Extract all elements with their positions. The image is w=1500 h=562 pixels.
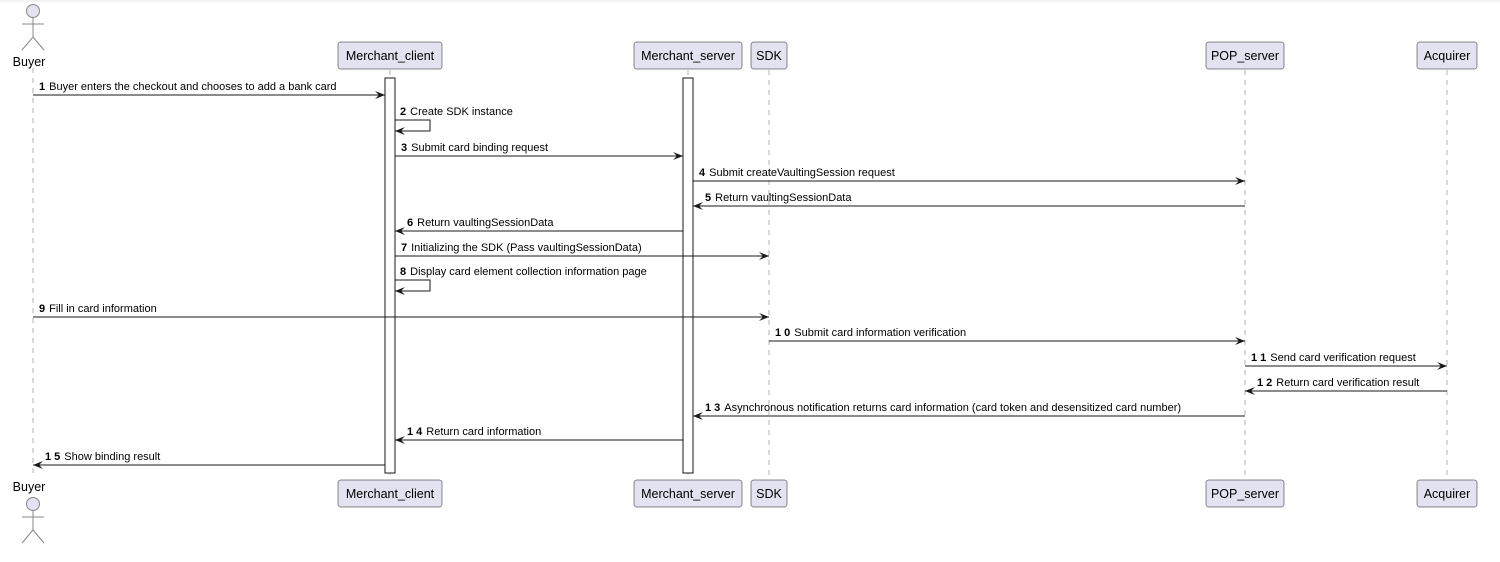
message-label: 1 1 Send card verification request [1251, 352, 1416, 364]
message-label: 3 Submit card binding request [401, 142, 548, 154]
participant-label: Merchant_client [346, 49, 435, 63]
participant-label: SDK [756, 487, 782, 501]
message-label: 1 0 Submit card information verification [775, 327, 966, 339]
participant-label: Acquirer [1424, 49, 1471, 63]
sequence-diagram: Buyer Buyer Merchant_client Merchant_client… [0, 0, 1500, 544]
message-1: 1 Buyer enters the checkout and chooses t… [33, 81, 385, 99]
message-8: 8 Display card element collection informa… [395, 266, 647, 295]
message-number: 9 [39, 303, 45, 315]
message-5: 5 Return vaultingSessionData [693, 192, 1245, 210]
participant-label: SDK [756, 49, 782, 63]
message-number: 8 [400, 266, 406, 278]
actor-leg-icon [32, 36, 45, 51]
message-text: Submit createVaultingSession request [709, 167, 895, 179]
participant-pop_server-bottom: POP_server [1205, 479, 1285, 508]
message-3: 3 Submit card binding request [395, 142, 683, 160]
participant-sdk-bottom: SDK [750, 479, 788, 508]
participant-merchant_client-bottom: Merchant_client [337, 479, 443, 508]
message-number: 6 [407, 217, 413, 229]
message-number: 3 [401, 142, 407, 154]
message-label: 7 Initializing the SDK (Pass vaultingSess… [401, 242, 642, 254]
message-label: 5 Return vaultingSessionData [705, 192, 852, 204]
participant-merchant_server-bottom: Merchant_server [633, 479, 743, 508]
participant-label: Acquirer [1424, 487, 1471, 501]
message-text: Return vaultingSessionData [417, 217, 554, 229]
actor-leg-icon [32, 529, 45, 544]
activation-bar-merchant_server [682, 77, 694, 474]
participant-acquirer-bottom: Acquirer [1416, 479, 1478, 508]
participant-label: POP_server [1211, 49, 1279, 63]
message-12: 1 2 Return card verification result [1245, 377, 1447, 395]
message-label: 1 5 Show binding result [45, 451, 160, 463]
participant-label: Buyer [13, 55, 46, 69]
message-9: 9 Fill in card information [33, 303, 769, 321]
message-text: Display card element collection informat… [410, 266, 647, 278]
message-text: Buyer enters the checkout and chooses to… [49, 81, 336, 93]
message-text: Return card verification result [1276, 377, 1419, 389]
message-14: 1 4 Return card information [395, 426, 683, 444]
message-text: Initializing the SDK (Pass vaultingSessi… [411, 242, 642, 254]
message-label: 2 Create SDK instance [400, 106, 513, 118]
message-4: 4 Submit createVaultingSession request [693, 167, 1245, 185]
participant-label: POP_server [1211, 487, 1279, 501]
message-2: 2 Create SDK instance [395, 106, 513, 135]
message-text: Show binding result [64, 451, 160, 463]
message-text: Return card information [426, 426, 541, 438]
actor-buyer: Buyer [13, 480, 46, 544]
actor-head-icon [26, 4, 40, 18]
message-number: 5 [705, 192, 711, 204]
message-number: 1 [39, 81, 45, 93]
message-13: 1 3 Asynchronous notification returns car… [693, 402, 1245, 420]
message-number: 1 4 [407, 426, 423, 438]
message-number: 1 1 [1251, 352, 1266, 364]
message-text: Asynchronous notification returns card i… [724, 402, 1181, 414]
actor-leg-icon [21, 529, 34, 544]
participant-label: Buyer [13, 480, 46, 494]
participant-acquirer-top: Acquirer [1416, 41, 1478, 70]
participant-label: Merchant_client [346, 487, 435, 501]
message-number: 1 0 [775, 327, 790, 339]
message-label: 9 Fill in card information [39, 303, 157, 315]
message-number: 1 3 [705, 402, 720, 414]
message-7: 7 Initializing the SDK (Pass vaultingSess… [395, 242, 769, 260]
message-number: 4 [699, 167, 706, 179]
message-number: 7 [401, 242, 407, 254]
message-label: 6 Return vaultingSessionData [407, 217, 554, 229]
message-6: 6 Return vaultingSessionData [395, 217, 683, 235]
message-label: 1 4 Return card information [407, 426, 541, 438]
actor-head-icon [26, 497, 40, 511]
message-text: Submit card binding request [411, 142, 548, 154]
participant-label: Merchant_server [641, 49, 735, 63]
actor-leg-icon [21, 36, 34, 51]
message-number: 1 5 [45, 451, 60, 463]
message-label: 1 2 Return card verification result [1257, 377, 1419, 389]
message-label: 1 3 Asynchronous notification returns car… [705, 402, 1181, 414]
participant-label: Merchant_server [641, 487, 735, 501]
participant-sdk-top: SDK [750, 41, 788, 70]
participant-merchant_server-top: Merchant_server [633, 41, 743, 70]
participant-pop_server-top: POP_server [1205, 41, 1285, 70]
message-number: 1 2 [1257, 377, 1272, 389]
message-10: 1 0 Submit card information verification [769, 327, 1245, 345]
message-number: 2 [400, 106, 406, 118]
message-label: 8 Display card element collection informa… [400, 266, 647, 278]
participant-merchant_client-top: Merchant_client [337, 41, 443, 70]
message-text: Submit card information verification [794, 327, 966, 339]
message-text: Return vaultingSessionData [715, 192, 852, 204]
message-11: 1 1 Send card verification request [1245, 352, 1447, 370]
message-label: 4 Submit createVaultingSession request [699, 167, 895, 179]
activation-bar-merchant_client [384, 77, 396, 474]
message-15: 1 5 Show binding result [33, 451, 385, 469]
message-text: Create SDK instance [410, 106, 513, 118]
message-label: 1 Buyer enters the checkout and chooses t… [39, 81, 337, 93]
message-text: Fill in card information [49, 303, 157, 315]
actor-buyer: Buyer [13, 4, 46, 69]
message-text: Send card verification request [1270, 352, 1416, 364]
